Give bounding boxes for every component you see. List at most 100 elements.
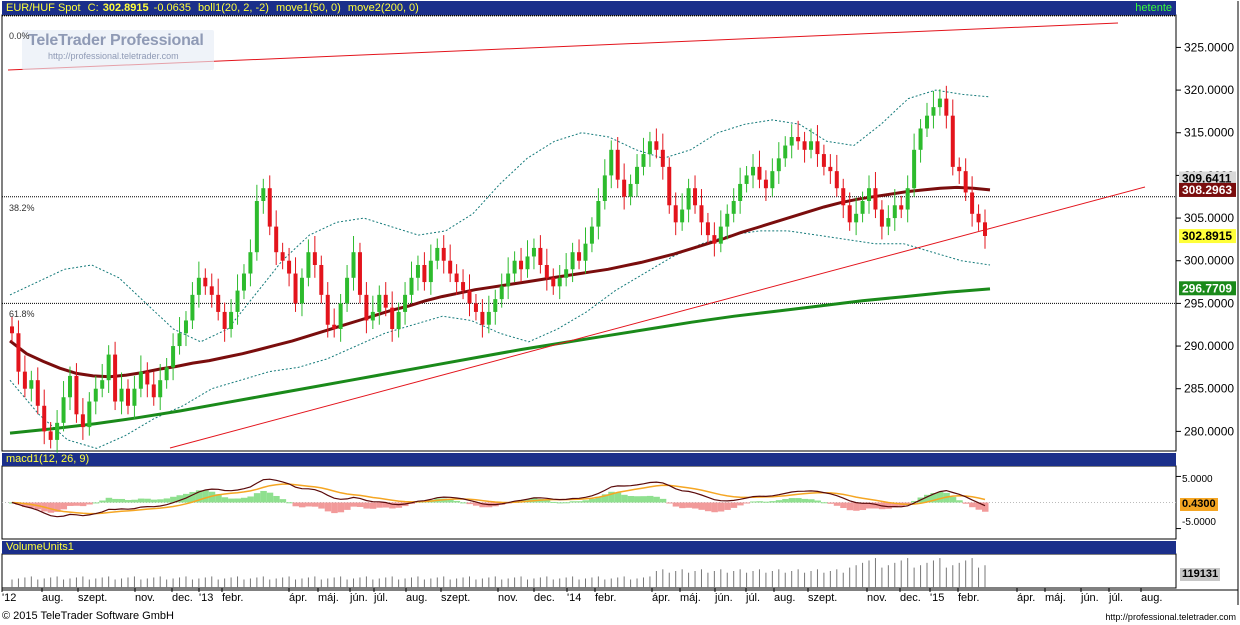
x-axis-label: dec.	[172, 592, 193, 604]
x-axis-label: aug.	[774, 592, 796, 604]
period-label[interactable]: hetente	[1135, 1, 1172, 15]
macd-histogram-bar	[982, 502, 989, 512]
candle-down	[693, 188, 698, 206]
candle-up	[493, 299, 498, 312]
macd-histogram-bar	[672, 502, 680, 507]
candle-down	[280, 252, 285, 261]
candle-down	[667, 166, 672, 206]
macd-histogram-bar	[808, 499, 815, 503]
main-panel-title-bar: EUR/HUF Spot C: 302.8915 -0.0635 boll1(2…	[2, 1, 1176, 15]
x-axis-label: '13	[199, 592, 214, 604]
candle-down	[390, 307, 395, 329]
macd-histogram-bar	[356, 502, 364, 507]
x-axis-label: febr.	[222, 592, 244, 604]
macd-histogram-bar	[704, 502, 712, 512]
macd-histogram-bar	[801, 498, 809, 503]
candle-up	[435, 247, 440, 261]
macd-histogram-bar	[769, 501, 776, 503]
candle-up	[499, 286, 504, 300]
macd-histogram-bar	[247, 496, 254, 503]
indicator-move2[interactable]: move2(200, 0)	[348, 2, 419, 14]
candle-up	[183, 320, 188, 334]
x-axis-label: ápr.	[289, 592, 308, 604]
y-tick-label: 315.0000	[1184, 126, 1234, 140]
macd-histogram-bar	[846, 502, 854, 511]
chart-window: 325.0000320.0000315.0000310.0000305.0000…	[0, 0, 1240, 625]
candle-down	[74, 375, 79, 415]
macd-histogram-bar	[711, 502, 718, 513]
x-axis-label: júl.	[1109, 592, 1124, 604]
candle-down	[544, 264, 549, 278]
macd-histogram-bar	[563, 502, 570, 504]
x-axis-label: aug.	[406, 592, 428, 604]
macd-histogram-bar	[775, 500, 783, 503]
macd-histogram-bar	[137, 498, 145, 503]
candle-down	[312, 252, 317, 265]
candle-down	[274, 226, 279, 253]
macd-histogram-bar	[124, 500, 132, 503]
macd-histogram-bar	[614, 492, 622, 503]
x-axis-label: szept.	[78, 592, 108, 604]
candle-up	[731, 201, 736, 214]
x-axis-label: júl.	[374, 592, 389, 604]
macd-histogram-bar	[311, 502, 319, 507]
candle-up	[377, 294, 382, 312]
footer-url[interactable]: http://professional.teletrader.com	[1105, 612, 1236, 622]
macd-histogram-bar	[717, 502, 725, 512]
macd-histogram-bar	[737, 502, 744, 506]
candle-down	[763, 179, 768, 189]
x-axis-label: dec.	[534, 592, 555, 604]
candle-down	[325, 294, 330, 325]
candle-up	[403, 294, 408, 312]
candle-down	[519, 260, 524, 270]
macd-histogram-bar	[234, 498, 242, 503]
candle-up	[937, 98, 942, 108]
macd-histogram-bar	[569, 501, 577, 503]
candle-up	[931, 107, 936, 116]
candle-up	[641, 154, 646, 167]
x-axis-label: febr.	[958, 592, 980, 604]
volume-panel-title[interactable]: VolumeUnits1	[2, 541, 1176, 554]
macd-histogram-bar	[331, 502, 338, 514]
candle-up	[345, 277, 350, 304]
macd-histogram-bar	[782, 499, 789, 503]
x-axis-label: nov.	[135, 592, 155, 604]
macd-histogram-bar	[453, 500, 461, 503]
candle-down	[821, 154, 826, 167]
candle-down	[222, 311, 227, 329]
macd-histogram-bar	[820, 502, 828, 504]
candle-down	[847, 205, 852, 223]
candle-up	[190, 294, 195, 321]
candle-down	[815, 141, 820, 155]
candle-down	[622, 179, 627, 197]
macd-histogram-bar	[318, 502, 325, 509]
macd-histogram-bar	[956, 500, 963, 503]
macd-histogram-bar	[460, 502, 467, 504]
x-axis-label: ápr.	[652, 592, 671, 604]
macd-panel-title[interactable]: macd1(12, 26, 9)	[2, 453, 1176, 466]
macd-histogram-bar	[60, 502, 68, 510]
candle-up	[409, 277, 414, 295]
macd-histogram-bar	[240, 497, 248, 503]
candle-up	[119, 388, 124, 402]
macd-histogram-bar	[228, 498, 235, 503]
macd-histogram-bar	[363, 502, 370, 509]
ma200-value-box-text: 296.7709	[1182, 281, 1232, 295]
indicator-move1[interactable]: move1(50, 0)	[276, 2, 341, 14]
candle-down	[473, 303, 478, 312]
candle-up	[338, 303, 343, 329]
candle-down	[834, 171, 839, 189]
candle-up	[751, 166, 756, 176]
candle-down	[970, 192, 975, 214]
candle-up	[299, 277, 304, 304]
macd-histogram-bar	[588, 498, 596, 503]
candle-down	[957, 166, 962, 172]
candle-down	[151, 384, 156, 398]
candle-up	[744, 175, 749, 184]
macd-histogram-bar	[576, 501, 583, 503]
candle-up	[158, 380, 163, 398]
macd-histogram-bar	[692, 502, 699, 509]
candle-up	[809, 141, 814, 150]
indicator-boll[interactable]: boll1(20, 2, -2)	[198, 2, 269, 14]
macd-histogram-bar	[273, 495, 280, 503]
